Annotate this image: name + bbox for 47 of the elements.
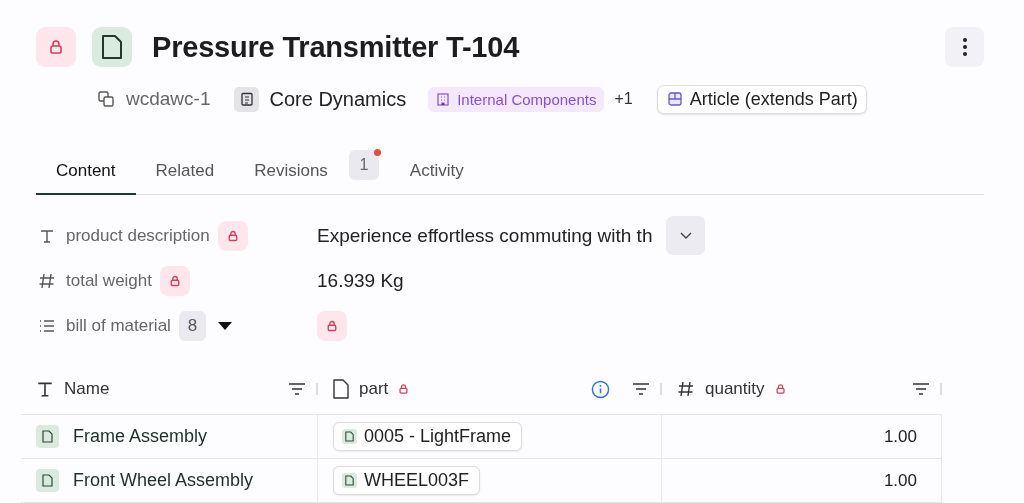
item-id: wcdawc-1 <box>126 88 211 110</box>
tab[interactable]: Activity <box>389 151 484 195</box>
tab[interactable]: Content <box>36 151 136 195</box>
filter-icon[interactable] <box>912 382 930 396</box>
document-icon <box>342 473 357 488</box>
copy-icon[interactable] <box>98 91 114 107</box>
building-icon <box>436 92 451 106</box>
type-chip[interactable]: Article (extends Part) <box>656 84 867 114</box>
column-header: part <box>359 379 389 399</box>
more-tags-count[interactable]: +1 <box>614 90 633 108</box>
more-menu-button[interactable] <box>945 27 984 67</box>
column-header: quantity <box>705 379 765 399</box>
field-value: 16.939 Kg <box>317 269 404 292</box>
document-icon <box>36 425 59 448</box>
filter-icon[interactable] <box>632 382 650 396</box>
field-label: product description <box>66 225 210 246</box>
info-icon[interactable] <box>591 379 610 399</box>
item-count-badge: 8 <box>178 310 206 341</box>
document-icon <box>92 27 132 67</box>
field-label: bill of material <box>66 315 171 336</box>
dropdown-caret-icon[interactable] <box>217 321 232 330</box>
field-value: Experience effortless commuting with th <box>317 224 653 247</box>
more-icon <box>962 38 967 56</box>
document-icon <box>342 429 357 444</box>
field-label: total weight <box>66 270 152 291</box>
layout-icon <box>667 92 682 106</box>
tab[interactable]: Related <box>135 151 235 195</box>
company-name: Core Dynamics <box>269 87 407 111</box>
document-icon <box>333 379 349 399</box>
table-cell: Front Wheel Assembly <box>73 470 254 491</box>
table-cell: Frame Assembly <box>73 426 208 447</box>
filter-icon[interactable] <box>288 382 306 396</box>
part-chip[interactable]: 0005 - LightFrame <box>333 422 523 451</box>
table-cell: 1.00 <box>883 426 917 447</box>
document-icon <box>36 469 59 492</box>
hash-icon <box>677 380 695 398</box>
category-tag[interactable]: Internal Components <box>428 86 605 112</box>
text-type-icon <box>36 380 54 398</box>
column-header: Name <box>64 379 110 399</box>
page-title: Pressure Transmitter T-104 <box>152 30 521 64</box>
part-chip[interactable]: WHEEL003F <box>333 466 481 495</box>
clipboard-icon <box>234 86 260 112</box>
chevron-down-icon <box>679 231 692 240</box>
table-cell: 1.00 <box>883 470 917 491</box>
revision-count-badge: 1 <box>349 150 379 180</box>
lock-icon <box>36 27 76 67</box>
tab[interactable]: Revisions <box>234 151 348 195</box>
